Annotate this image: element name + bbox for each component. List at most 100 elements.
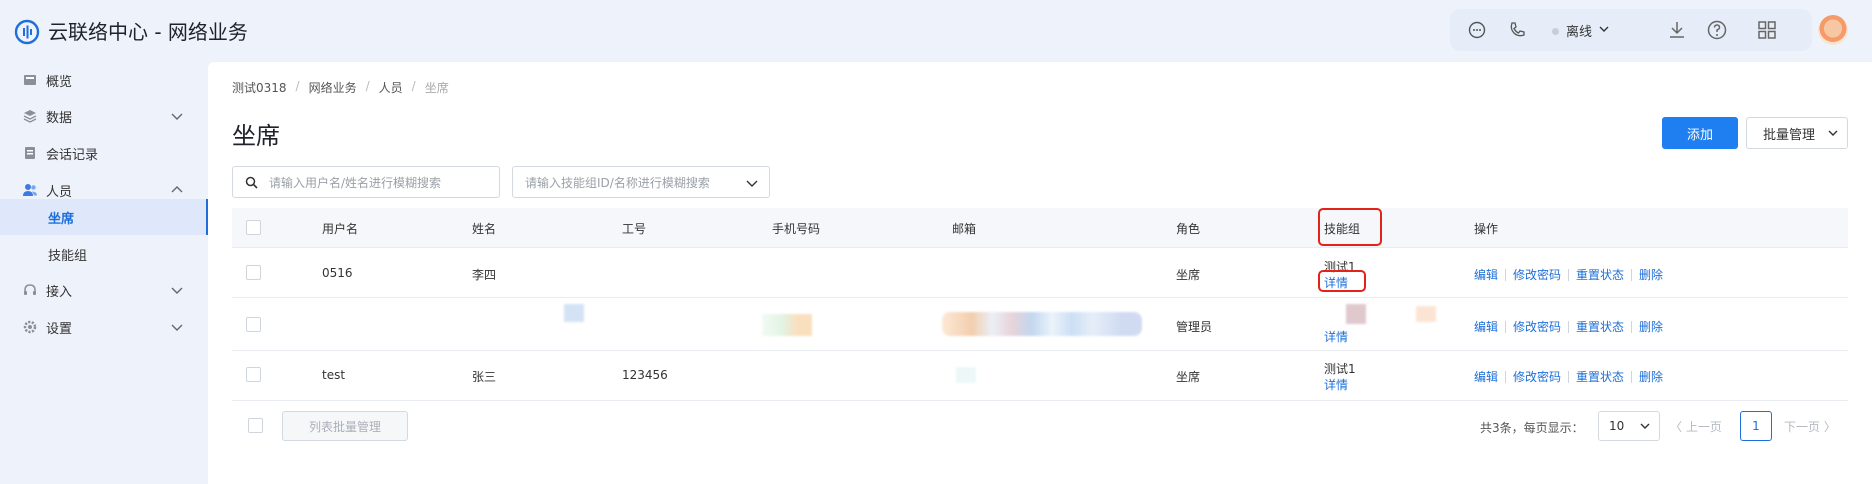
edit-link[interactable]: 编辑 — [1474, 368, 1498, 385]
sidebar-item-overview[interactable]: 概览 — [0, 62, 208, 98]
chevron-down-icon — [171, 324, 183, 331]
skill-group-detail-link[interactable]: 详情 — [1324, 376, 1348, 393]
cell-username: test — [322, 368, 346, 382]
delete-link[interactable]: 删除 — [1639, 368, 1663, 385]
footer-select-all-checkbox[interactable] — [248, 418, 263, 433]
row-actions: 编辑 修改密码 重置状态 删除 — [1474, 266, 1663, 283]
dashboard-icon — [24, 75, 36, 85]
column-header: 用户名 — [322, 222, 359, 236]
reset-status-link[interactable]: 重置状态 — [1576, 266, 1624, 283]
help-icon[interactable] — [1706, 19, 1728, 41]
column-header: 工号 — [622, 222, 647, 236]
chat-icon[interactable] — [1466, 19, 1488, 41]
download-icon[interactable] — [1666, 19, 1688, 41]
sidebar-item-conversation-records[interactable]: 会话记录 — [0, 135, 208, 171]
sidebar-item-settings[interactable]: 设置 — [0, 309, 208, 345]
table-header: 用户名 姓名 工号 手机号码 邮箱 角色 技能组 操作 — [232, 208, 1848, 248]
chevron-down-icon[interactable] — [745, 176, 759, 190]
delete-link[interactable]: 删除 — [1639, 318, 1663, 335]
sidebar-item-data[interactable]: 数据 — [0, 98, 208, 134]
redacted-block — [1346, 304, 1366, 324]
app-title: 云联络中心 - 网络业务 — [48, 20, 248, 44]
add-button[interactable]: 添加 — [1662, 117, 1738, 149]
batch-manage-button[interactable]: 批量管理 — [1746, 117, 1848, 149]
cell-role: 坐席 — [1176, 370, 1201, 384]
pagination-total: 共3条，每页显示： — [1480, 421, 1584, 435]
chevron-right-icon: 〉 — [1823, 420, 1836, 434]
chevron-down-icon — [1828, 130, 1838, 136]
redacted-block — [1416, 306, 1436, 322]
prev-page-button[interactable]: 〈 上一页 — [1670, 418, 1722, 435]
top-header: 云联络中心 - 网络业务 离线 — [0, 0, 1872, 62]
chevron-left-icon: 〈 — [1670, 420, 1683, 434]
page-title: 坐席 — [232, 122, 280, 150]
table-row: 0516 李四 坐席 测试1 详情 编辑 修改密码 重置状态 删除 — [232, 248, 1848, 298]
sidebar-item-agents[interactable]: 坐席 — [0, 199, 208, 235]
delete-link[interactable]: 删除 — [1639, 266, 1663, 283]
sidebar: 概览 数据 会话记录 人员 坐席 技能组 接入 设置 — [0, 62, 208, 484]
cell-role: 坐席 — [1176, 268, 1201, 282]
page-size-select[interactable]: 10 — [1598, 411, 1660, 441]
change-password-link[interactable]: 修改密码 — [1513, 266, 1561, 283]
redacted-block — [564, 304, 584, 322]
user-search-box — [232, 166, 500, 198]
breadcrumb-current: 坐席 — [424, 81, 449, 95]
cell-skill-group: 测试1 — [1324, 362, 1356, 376]
column-header: 操作 — [1474, 222, 1499, 236]
user-search-input[interactable] — [269, 174, 489, 192]
select-all-checkbox[interactable] — [246, 220, 261, 235]
column-header: 姓名 — [472, 222, 497, 236]
page-number-button[interactable]: 1 — [1740, 411, 1772, 441]
row-actions: 编辑 修改密码 重置状态 删除 — [1474, 318, 1663, 335]
cell-name: 张三 — [472, 370, 497, 384]
status-dropdown[interactable]: 离线 — [1566, 21, 1592, 40]
reset-status-link[interactable]: 重置状态 — [1576, 368, 1624, 385]
layers-icon — [23, 110, 37, 123]
sidebar-item-skill-groups[interactable]: 技能组 — [0, 236, 208, 272]
reset-status-link[interactable]: 重置状态 — [1576, 318, 1624, 335]
breadcrumb-item[interactable]: 测试0318 — [232, 79, 287, 96]
row-actions: 编辑 修改密码 重置状态 删除 — [1474, 368, 1663, 385]
change-password-link[interactable]: 修改密码 — [1513, 368, 1561, 385]
row-checkbox[interactable] — [246, 265, 261, 280]
user-avatar[interactable] — [1818, 15, 1848, 45]
skill-group-detail-link[interactable]: 详情 — [1324, 328, 1348, 345]
skill-group-search-select[interactable] — [512, 166, 770, 198]
table-row: 管理员 详情 编辑 修改密码 重置状态 删除 — [232, 298, 1848, 351]
records-icon — [25, 147, 35, 159]
skill-group-search-input[interactable] — [525, 174, 735, 192]
list-batch-manage-button[interactable]: 列表批量管理 — [282, 411, 408, 441]
users-icon — [23, 184, 37, 196]
change-password-link[interactable]: 修改密码 — [1513, 318, 1561, 335]
headset-icon — [24, 284, 36, 295]
column-header: 技能组 — [1324, 222, 1361, 236]
phone-icon[interactable] — [1506, 19, 1528, 41]
sidebar-item-access[interactable]: 接入 — [0, 272, 208, 308]
cell-role: 管理员 — [1176, 320, 1213, 334]
next-page-button[interactable]: 下一页 〉 — [1784, 418, 1836, 435]
table-row: test 张三 123456 坐席 测试1 详情 编辑 修改密码 重置状态 删除 — [232, 351, 1848, 401]
edit-link[interactable]: 编辑 — [1474, 266, 1498, 283]
edit-link[interactable]: 编辑 — [1474, 318, 1498, 335]
main-content: 测试0318/ 网络业务/ 人员/ 坐席 坐席 添加 批量管理 用户名 姓名 工… — [208, 62, 1872, 484]
breadcrumb-item[interactable]: 人员 — [379, 79, 403, 96]
column-header: 角色 — [1176, 222, 1201, 236]
row-checkbox[interactable] — [246, 317, 261, 332]
cell-job-number: 123456 — [622, 368, 668, 382]
cell-name: 李四 — [472, 268, 497, 282]
row-checkbox[interactable] — [246, 367, 261, 382]
skill-group-detail-link[interactable]: 详情 — [1324, 274, 1348, 291]
column-header: 手机号码 — [772, 222, 821, 236]
chevron-up-icon — [171, 186, 183, 193]
breadcrumb-item[interactable]: 网络业务 — [309, 79, 357, 96]
status-dot — [1552, 28, 1559, 35]
redacted-block — [942, 312, 1142, 336]
cell-skill-group: 测试1 — [1324, 260, 1356, 274]
apps-grid-icon[interactable] — [1756, 19, 1778, 41]
column-header: 邮箱 — [952, 222, 977, 236]
search-icon — [245, 176, 258, 189]
cell-username: 0516 — [322, 266, 353, 280]
redacted-block — [956, 367, 976, 383]
chevron-down-icon[interactable] — [1598, 22, 1610, 36]
breadcrumb: 测试0318/ 网络业务 / 人员 / 坐席 — [232, 79, 449, 96]
